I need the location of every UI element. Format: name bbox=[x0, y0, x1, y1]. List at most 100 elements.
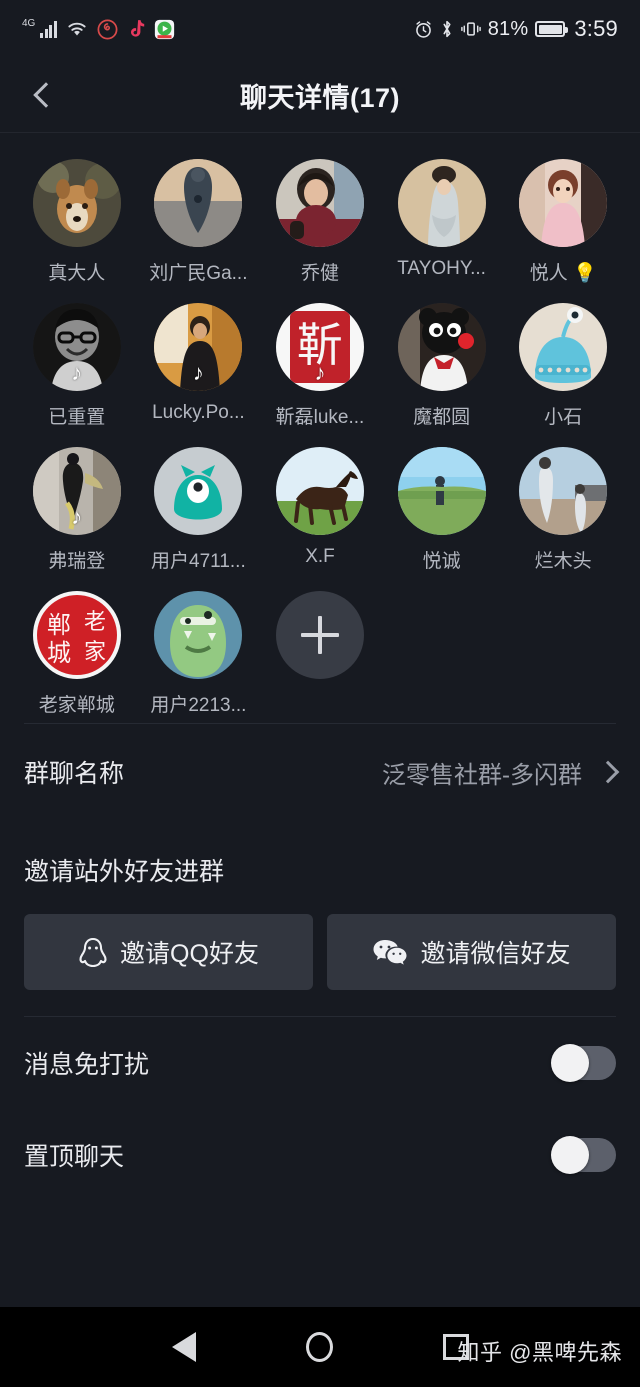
member-item[interactable]: 小石 bbox=[502, 303, 624, 429]
status-bar: 4G 81% 3:59 bbox=[0, 0, 640, 58]
member-item[interactable]: 乔健 bbox=[259, 159, 381, 285]
nav-home-circle-icon[interactable] bbox=[305, 1332, 333, 1362]
svg-text:老: 老 bbox=[84, 610, 106, 635]
system-nav-bar: 知乎 @黑啤先森 bbox=[0, 1307, 640, 1387]
avatar bbox=[397, 159, 486, 247]
svg-text:城: 城 bbox=[47, 639, 71, 667]
member-item[interactable]: 用户2213... bbox=[138, 591, 260, 717]
member-name: 小石 bbox=[544, 407, 583, 428]
member-item[interactable]: 刘广民Ga... bbox=[138, 159, 260, 285]
setting-row-do-not-disturb[interactable]: 消息免打扰 bbox=[0, 1017, 640, 1109]
avatar bbox=[154, 159, 243, 247]
douyin-badge-icon: ♪ bbox=[192, 360, 204, 385]
nav-back-triangle-icon[interactable] bbox=[171, 1332, 196, 1362]
member-item[interactable]: 靳 ♪ 靳磊luke... bbox=[259, 303, 381, 429]
page-title: 聊天详情(17) bbox=[239, 82, 400, 113]
avatar bbox=[519, 303, 608, 391]
member-name: X.F bbox=[305, 546, 335, 567]
member-name: 老家郸城 bbox=[38, 695, 115, 716]
netease-music-icon bbox=[97, 19, 118, 40]
pin-chat-toggle[interactable] bbox=[551, 1136, 616, 1174]
avatar bbox=[32, 159, 121, 247]
member-item[interactable]: TAYOHY... bbox=[381, 159, 503, 285]
back-button[interactable] bbox=[18, 58, 74, 132]
avatar: 郸 老 城 家 bbox=[32, 591, 121, 679]
member-item[interactable]: 魔都圆 bbox=[381, 303, 503, 429]
svg-text:家: 家 bbox=[84, 640, 106, 665]
avatar bbox=[397, 303, 486, 391]
member-name: 已重置 bbox=[48, 407, 106, 428]
group-name-row[interactable]: 群聊名称 泛零售社群-多闪群 bbox=[0, 724, 640, 820]
network-type-label: 4G bbox=[22, 18, 36, 29]
battery-icon bbox=[535, 21, 569, 37]
member-name: 悦人 💡 bbox=[529, 263, 597, 284]
wifi-icon bbox=[66, 20, 88, 38]
qq-penguin-icon bbox=[78, 936, 108, 968]
page-header: 聊天详情(17) bbox=[0, 58, 640, 133]
member-item[interactable]: 用户4711... bbox=[138, 447, 260, 573]
member-item[interactable]: 悦人 💡 bbox=[502, 159, 624, 285]
member-item[interactable]: 烂木头 bbox=[502, 447, 624, 573]
member-name: 刘广民Ga... bbox=[149, 263, 248, 284]
avatar bbox=[397, 447, 486, 535]
member-name: 靳磊luke... bbox=[275, 407, 365, 428]
avatar: ♪ bbox=[32, 303, 121, 391]
watermark-label: 知乎 @黑啤先森 bbox=[457, 1340, 622, 1365]
douyin-badge-icon: ♪ bbox=[314, 360, 326, 385]
invite-section-title: 邀请站外好友进群 bbox=[24, 858, 225, 886]
invite-qq-button[interactable]: 邀请QQ好友 bbox=[24, 914, 313, 990]
add-member-circle bbox=[275, 591, 364, 679]
invite-buttons-row: 邀请QQ好友 邀请微信好友 bbox=[24, 914, 616, 990]
member-name: 真大人 bbox=[48, 263, 106, 284]
avatar bbox=[154, 591, 243, 679]
app-icon bbox=[154, 19, 175, 40]
douyin-badge-icon: ♪ bbox=[71, 360, 83, 385]
avatar: ♪ bbox=[32, 447, 121, 535]
member-name: 弗瑞登 bbox=[48, 551, 106, 572]
member-name: 悦诚 bbox=[422, 551, 461, 572]
svg-text:郸: 郸 bbox=[47, 611, 71, 639]
status-bar-right: 81% 3:59 bbox=[414, 16, 618, 42]
douyin-icon bbox=[127, 19, 145, 40]
toggle-knob bbox=[551, 1136, 589, 1174]
chevron-right-icon bbox=[596, 760, 620, 784]
member-item[interactable]: 郸 老 城 家 老家郸城 bbox=[16, 591, 138, 717]
clock-label: 3:59 bbox=[574, 16, 618, 41]
member-item[interactable]: ♪ 已重置 bbox=[16, 303, 138, 429]
member-item[interactable]: ♪ 弗瑞登 bbox=[16, 447, 138, 573]
invite-bottom-spacer bbox=[0, 990, 640, 1016]
do-not-disturb-toggle[interactable] bbox=[551, 1044, 616, 1082]
bluetooth-icon bbox=[440, 19, 454, 39]
member-item[interactable]: 真大人 bbox=[16, 159, 138, 285]
member-name: Lucky.Po... bbox=[152, 402, 245, 423]
invite-wechat-label: 邀请微信好友 bbox=[420, 940, 571, 968]
member-name: 用户4711... bbox=[151, 551, 246, 572]
member-item[interactable]: X.F bbox=[259, 447, 381, 573]
setting-row-pin-chat[interactable]: 置顶聊天 bbox=[0, 1109, 640, 1201]
member-name: 魔都圆 bbox=[413, 407, 471, 428]
vibrate-icon bbox=[460, 19, 481, 39]
chevron-left-icon bbox=[33, 82, 59, 108]
wechat-icon bbox=[372, 937, 408, 967]
member-item[interactable]: 悦诚 bbox=[381, 447, 503, 573]
toggle-knob bbox=[551, 1044, 589, 1082]
alarm-icon bbox=[414, 20, 433, 39]
avatar bbox=[275, 159, 364, 247]
add-member-button[interactable] bbox=[259, 591, 381, 717]
battery-percent-label: 81% bbox=[487, 17, 529, 40]
member-name: TAYOHY... bbox=[397, 258, 486, 279]
avatar: 靳 ♪ bbox=[275, 303, 364, 391]
invite-wechat-button[interactable]: 邀请微信好友 bbox=[327, 914, 616, 990]
status-bar-left: 4G bbox=[22, 19, 175, 40]
avatar bbox=[519, 447, 608, 535]
avatar bbox=[519, 159, 608, 247]
phone-screen: 4G 81% 3:59 聊天详情(17) 真大人 刘广民Ga... 乔健 TAY… bbox=[0, 0, 640, 1387]
group-name-label: 群聊名称 bbox=[24, 760, 125, 788]
avatar bbox=[275, 447, 364, 535]
plus-icon bbox=[300, 616, 339, 654]
member-item[interactable]: ♪ Lucky.Po... bbox=[138, 303, 260, 429]
member-grid: 真大人 刘广民Ga... 乔健 TAYOHY... 悦人 💡 ♪ 已重置 ♪ L… bbox=[0, 133, 640, 723]
group-name-value: 泛零售社群-多闪群 bbox=[382, 761, 582, 789]
invite-section: 邀请站外好友进群 邀请QQ好友 邀请微信好友 bbox=[0, 820, 640, 990]
